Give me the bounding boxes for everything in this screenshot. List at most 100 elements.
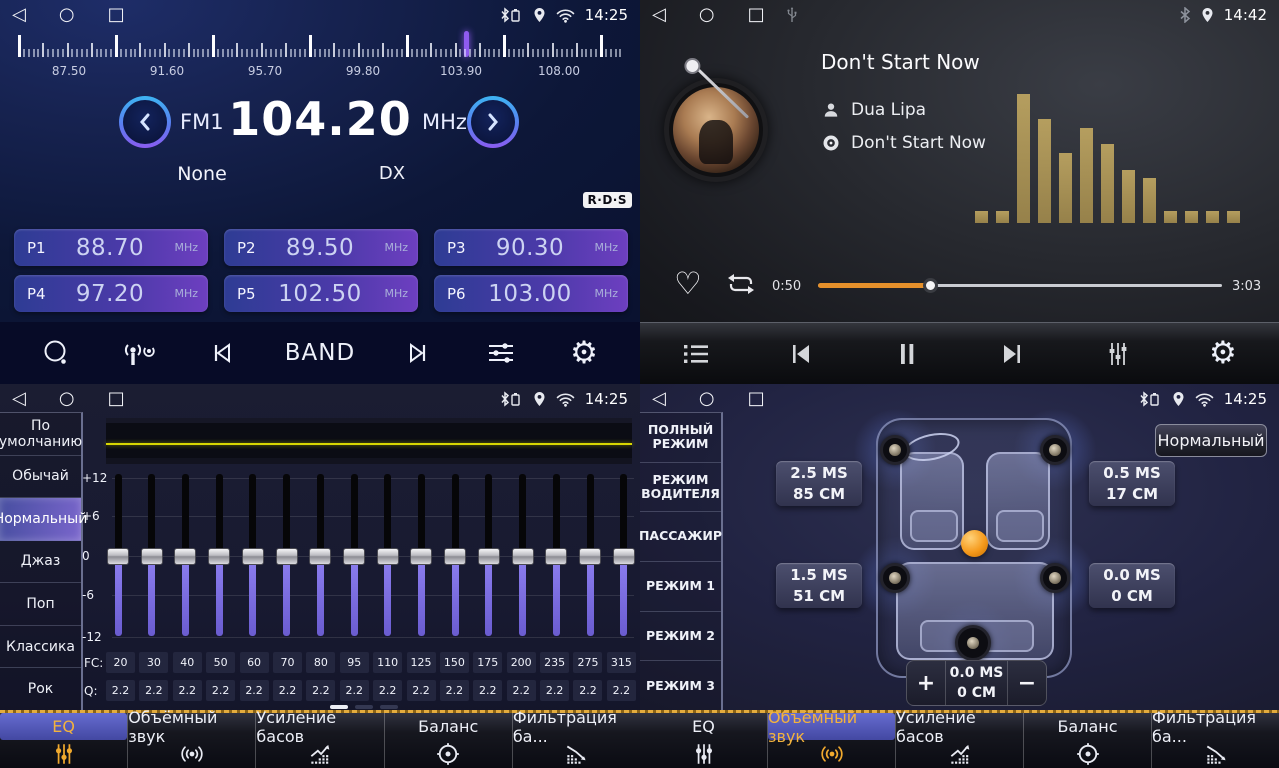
q-value-cell[interactable]: 2.2 <box>340 680 369 701</box>
back-icon[interactable]: ◁ <box>652 0 666 30</box>
eq-band-slider[interactable] <box>443 472 467 642</box>
rear-left-delay-button[interactable]: 1.5 MS 51 CM <box>776 563 862 608</box>
previous-station-button[interactable] <box>202 330 242 376</box>
preset-button-4[interactable]: P4 97.20 MHz <box>14 275 208 312</box>
equalizer-button[interactable] <box>1098 331 1138 377</box>
eq-band-slider[interactable] <box>511 472 535 642</box>
recents-icon[interactable]: □ <box>108 384 125 414</box>
eq-slider-knob[interactable] <box>208 548 230 565</box>
profile-button[interactable]: Нормальный <box>1155 424 1267 457</box>
eq-band-slider[interactable] <box>578 472 602 642</box>
fc-value-cell[interactable]: 150 <box>440 652 469 673</box>
eq-slider-knob[interactable] <box>107 548 129 565</box>
eq-slider-knob[interactable] <box>478 548 500 565</box>
recents-icon[interactable]: □ <box>748 0 765 30</box>
tab-filter[interactable]: Фильтрация ба... <box>513 713 640 768</box>
increase-delay-button[interactable]: + <box>907 661 945 705</box>
home-icon[interactable]: ○ <box>59 384 75 414</box>
front-left-delay-button[interactable]: 2.5 MS 85 CM <box>776 461 862 506</box>
eq-band-slider[interactable] <box>477 472 501 642</box>
fc-value-cell[interactable]: 40 <box>173 652 202 673</box>
home-icon[interactable]: ○ <box>699 384 715 414</box>
home-icon[interactable]: ○ <box>59 0 75 30</box>
eq-slider-knob[interactable] <box>141 548 163 565</box>
mode-2[interactable]: РЕЖИМ 2 <box>640 612 721 662</box>
fc-value-cell[interactable]: 275 <box>573 652 602 673</box>
tune-up-button[interactable] <box>467 96 519 148</box>
tab-surround[interactable]: Объёмный звук <box>128 713 256 768</box>
band-button[interactable]: BAND <box>285 330 355 376</box>
eq-preset-custom[interactable]: Обычай <box>0 456 81 499</box>
mode-passenger[interactable]: ПАССАЖИР <box>640 512 721 562</box>
tab-balance[interactable]: Баланс <box>385 713 513 768</box>
mode-3[interactable]: РЕЖИМ 3 <box>640 661 721 710</box>
dx-mode-indicator[interactable]: DX <box>370 163 414 184</box>
fc-value-cell[interactable]: 70 <box>273 652 302 673</box>
fc-value-cell[interactable]: 80 <box>306 652 335 673</box>
eq-slider-knob[interactable] <box>410 548 432 565</box>
eq-band-slider[interactable] <box>376 472 400 642</box>
eq-band-slider[interactable] <box>106 472 130 642</box>
fc-value-cell[interactable]: 20 <box>106 652 135 673</box>
rear-right-delay-button[interactable]: 0.0 MS 0 CM <box>1089 563 1175 608</box>
eq-band-slider[interactable] <box>207 472 231 642</box>
rear-left-speaker[interactable] <box>880 563 910 593</box>
fc-value-cell[interactable]: 125 <box>407 652 436 673</box>
tab-bass[interactable]: Усиление басов <box>256 713 384 768</box>
fc-value-cell[interactable]: 175 <box>473 652 502 673</box>
eq-slider-knob[interactable] <box>242 548 264 565</box>
tab-eq[interactable]: EQ <box>0 713 128 768</box>
back-icon[interactable]: ◁ <box>652 384 666 414</box>
fc-value-cell[interactable]: 60 <box>240 652 269 673</box>
eq-band-slider[interactable] <box>544 472 568 642</box>
tab-bass[interactable]: Усиление басов <box>896 713 1024 768</box>
eq-band-slider[interactable] <box>275 472 299 642</box>
previous-track-button[interactable] <box>781 331 821 377</box>
tuner-scale[interactable] <box>18 33 624 59</box>
settings-button[interactable]: ⚙ <box>1203 331 1243 377</box>
front-right-speaker[interactable] <box>1040 435 1070 465</box>
recents-icon[interactable]: □ <box>108 0 125 30</box>
q-value-cell[interactable]: 2.2 <box>273 680 302 701</box>
listening-position-marker[interactable] <box>961 530 988 557</box>
eq-slider-knob[interactable] <box>377 548 399 565</box>
fc-value-cell[interactable]: 95 <box>340 652 369 673</box>
front-right-delay-button[interactable]: 0.5 MS 17 CM <box>1089 461 1175 506</box>
fc-value-cell[interactable]: 200 <box>507 652 536 673</box>
eq-slider-knob[interactable] <box>579 548 601 565</box>
recents-icon[interactable]: □ <box>748 384 765 414</box>
mode-1[interactable]: РЕЖИМ 1 <box>640 562 721 612</box>
fc-value-cell[interactable]: 30 <box>139 652 168 673</box>
front-left-speaker[interactable] <box>880 435 910 465</box>
home-icon[interactable]: ○ <box>699 0 715 30</box>
repeat-button[interactable] <box>724 271 758 297</box>
q-value-cell[interactable]: 2.2 <box>607 680 636 701</box>
tune-down-button[interactable] <box>119 96 171 148</box>
fc-value-cell[interactable]: 315 <box>607 652 636 673</box>
eq-slider-knob[interactable] <box>512 548 534 565</box>
eq-slider-knob[interactable] <box>343 548 365 565</box>
eq-preset-pop[interactable]: Поп <box>0 583 81 626</box>
eq-slider-knob[interactable] <box>276 548 298 565</box>
favorite-button[interactable]: ♡ <box>674 266 702 302</box>
q-value-cell[interactable]: 2.2 <box>407 680 436 701</box>
eq-band-slider[interactable] <box>612 472 636 642</box>
pause-button[interactable] <box>887 331 927 377</box>
q-value-cell[interactable]: 2.2 <box>473 680 502 701</box>
q-value-cell[interactable]: 2.2 <box>507 680 536 701</box>
fc-value-cell[interactable]: 235 <box>540 652 569 673</box>
seek-bar[interactable] <box>818 284 1222 287</box>
preset-button-6[interactable]: P6 103.00 MHz <box>434 275 628 312</box>
eq-preset-rock[interactable]: Рок <box>0 668 81 710</box>
q-value-cell[interactable]: 2.2 <box>106 680 135 701</box>
q-value-cell[interactable]: 2.2 <box>173 680 202 701</box>
eq-preset-default[interactable]: По умолчанию <box>0 413 81 456</box>
q-value-cell[interactable]: 2.2 <box>540 680 569 701</box>
back-icon[interactable]: ◁ <box>12 0 26 30</box>
rear-right-speaker[interactable] <box>1040 563 1070 593</box>
scan-button[interactable] <box>36 330 76 376</box>
tab-filter[interactable]: Фильтрация ба... <box>1152 713 1279 768</box>
q-value-cell[interactable]: 2.2 <box>373 680 402 701</box>
q-value-cell[interactable]: 2.2 <box>206 680 235 701</box>
settings-button[interactable]: ⚙ <box>564 330 604 376</box>
